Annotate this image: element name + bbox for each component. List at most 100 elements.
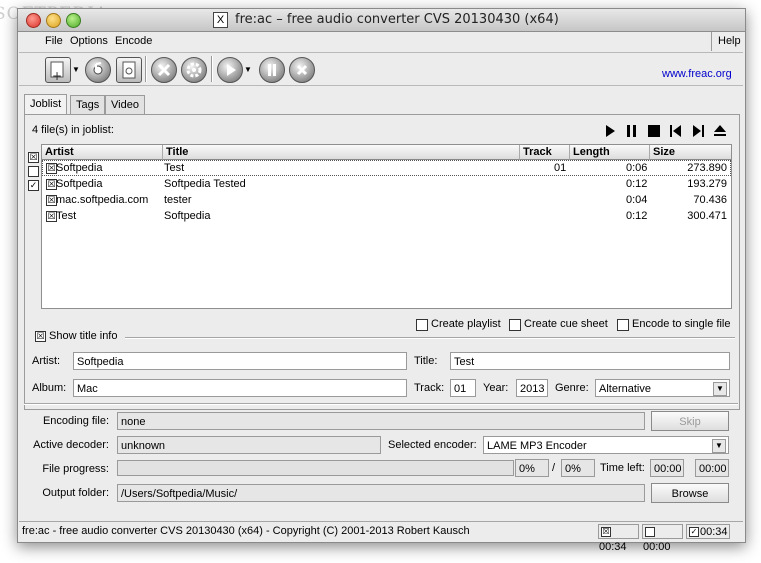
create-cue-sheet-checkbox[interactable] xyxy=(509,319,521,331)
chevron-down-icon[interactable]: ▼ xyxy=(713,382,727,396)
column-track[interactable]: Track xyxy=(520,145,570,160)
stop-icon[interactable] xyxy=(647,124,661,138)
time-left-label: Time left: xyxy=(600,462,645,474)
show-title-info-checkbox[interactable]: ☒ xyxy=(35,331,46,342)
menu-encode[interactable]: Encode xyxy=(115,35,152,47)
table-row[interactable]: ☒ mac.softpedia.com tester 0:04 70.436 xyxy=(42,192,731,208)
row-title: tester xyxy=(164,194,192,206)
artist-field[interactable]: Softpedia xyxy=(73,352,407,370)
table-row[interactable]: ☒ Softpedia Test 01 0:06 273.890 xyxy=(42,160,731,176)
title-bar: X fre:ac – free audio converter CVS 2013… xyxy=(18,9,745,32)
column-title[interactable]: Title xyxy=(163,145,520,160)
play-icon[interactable] xyxy=(217,57,243,83)
encode-single-file-checkbox[interactable] xyxy=(617,319,629,331)
row-artist: Test xyxy=(56,210,77,222)
eject-icon[interactable] xyxy=(713,124,727,138)
toggle-selection-checkbox[interactable]: ✓ xyxy=(28,180,39,191)
album-field[interactable]: Mac xyxy=(73,379,407,397)
status-check-icon: ☒ xyxy=(601,527,611,538)
status-time-selected: ☒ 00:34 xyxy=(598,524,639,553)
title-field[interactable]: Test xyxy=(450,352,730,370)
row-size: 70.436 xyxy=(693,194,727,206)
genre-label: Genre: xyxy=(555,382,589,394)
status-check-icon: ✓ xyxy=(689,527,699,538)
menu-file[interactable]: File xyxy=(45,35,63,47)
add-dropdown-arrow-icon[interactable]: ▼ xyxy=(72,65,80,74)
total-progress-percent: 0% xyxy=(561,459,595,477)
menu-options[interactable]: Options xyxy=(70,35,108,47)
app-icon: X xyxy=(213,12,228,28)
create-cue-sheet-label: Create cue sheet xyxy=(524,318,608,330)
toolbar-separator xyxy=(211,56,213,82)
close-window-button[interactable] xyxy=(26,13,41,28)
cd-icon[interactable] xyxy=(85,57,111,83)
table-row[interactable]: ☒ Softpedia Softpedia Tested 0:12 193.27… xyxy=(42,176,731,192)
select-none-checkbox[interactable] xyxy=(28,166,39,177)
tab-joblist[interactable]: Joblist xyxy=(24,94,68,115)
status-time-value: 00:34 xyxy=(700,526,728,538)
select-all-checkbox[interactable]: ☒ xyxy=(28,152,39,163)
window-title: fre:ac – free audio converter CVS 201304… xyxy=(235,12,559,27)
column-artist[interactable]: Artist xyxy=(42,145,163,160)
settings-icon[interactable] xyxy=(181,57,207,83)
browse-button[interactable]: Browse xyxy=(651,483,729,503)
create-playlist-checkbox[interactable] xyxy=(416,319,428,331)
genre-select[interactable]: Alternative ▼ xyxy=(595,379,730,397)
encoder-select[interactable]: LAME MP3 Encoder ▼ xyxy=(483,436,729,454)
output-folder-label: Output folder: xyxy=(42,487,109,499)
toolbar: + ▼ ▼ www.freac.org xyxy=(19,53,743,86)
toolbar-separator xyxy=(145,56,147,82)
status-time-total: ✓ 00:34 xyxy=(686,524,730,539)
row-artist: Softpedia xyxy=(56,178,103,190)
previous-track-icon[interactable] xyxy=(669,124,683,138)
row-length: 0:12 xyxy=(626,210,648,222)
time-left-value: 00:00 xyxy=(650,459,684,477)
divider xyxy=(125,337,735,339)
table-row[interactable]: ☒ Test Softpedia 0:12 300.471 xyxy=(42,208,731,224)
row-size: 273.890 xyxy=(687,162,727,174)
time-total-value: 00:00 xyxy=(695,459,729,477)
menu-help[interactable]: Help xyxy=(718,35,741,47)
progress-separator: / xyxy=(552,462,556,474)
freac-website-link[interactable]: www.freac.org xyxy=(662,68,732,80)
row-title: Test xyxy=(164,162,185,174)
pause-icon[interactable] xyxy=(625,124,639,138)
artist-label: Artist: xyxy=(32,355,61,367)
column-size[interactable]: Size xyxy=(650,145,731,160)
joblist-panel: 4 file(s) in joblist: ☒ ✓ Artist Title T… xyxy=(24,114,740,410)
divider xyxy=(24,403,738,405)
add-files-icon[interactable]: + xyxy=(45,57,71,83)
status-time-unselected: 00:00 xyxy=(642,524,683,553)
status-text: fre:ac - free audio converter CVS 201304… xyxy=(22,525,470,537)
row-length: 0:04 xyxy=(626,194,648,206)
add-cd-icon[interactable] xyxy=(116,57,142,83)
track-label: Track: xyxy=(414,382,445,394)
column-length[interactable]: Length xyxy=(570,145,650,160)
play-dropdown-arrow-icon[interactable]: ▼ xyxy=(244,65,252,74)
tab-video[interactable]: Video xyxy=(105,95,145,115)
chevron-down-icon[interactable]: ▼ xyxy=(712,439,726,453)
show-title-info-label: Show title info xyxy=(49,330,118,342)
tools-icon[interactable] xyxy=(151,57,177,83)
album-label: Album: xyxy=(32,382,67,394)
joblist-count: 4 file(s) in joblist: xyxy=(32,124,114,136)
row-title: Softpedia xyxy=(164,210,211,222)
row-length: 0:06 xyxy=(626,162,648,174)
status-time-value: 00:00 xyxy=(643,541,671,553)
next-track-icon[interactable] xyxy=(691,124,705,138)
pause-icon[interactable] xyxy=(259,57,285,83)
status-time-value: 00:34 xyxy=(599,541,627,553)
encode-single-file-label: Encode to single file xyxy=(632,318,731,330)
skip-button[interactable]: Skip xyxy=(651,411,729,431)
stop-icon[interactable] xyxy=(289,57,315,83)
play-icon[interactable] xyxy=(603,124,617,138)
minimize-window-button[interactable] xyxy=(46,13,61,28)
encoding-file-field: none xyxy=(117,412,645,430)
tab-tags[interactable]: Tags xyxy=(70,95,106,115)
joblist-table[interactable]: Artist Title Track Length Size ☒ Softped… xyxy=(41,144,732,309)
row-size: 300.471 xyxy=(687,210,727,222)
zoom-window-button[interactable] xyxy=(66,13,81,28)
year-field[interactable]: 2013 xyxy=(516,379,548,397)
track-field[interactable]: 01 xyxy=(450,379,476,397)
encoder-value: LAME MP3 Encoder xyxy=(487,440,587,452)
